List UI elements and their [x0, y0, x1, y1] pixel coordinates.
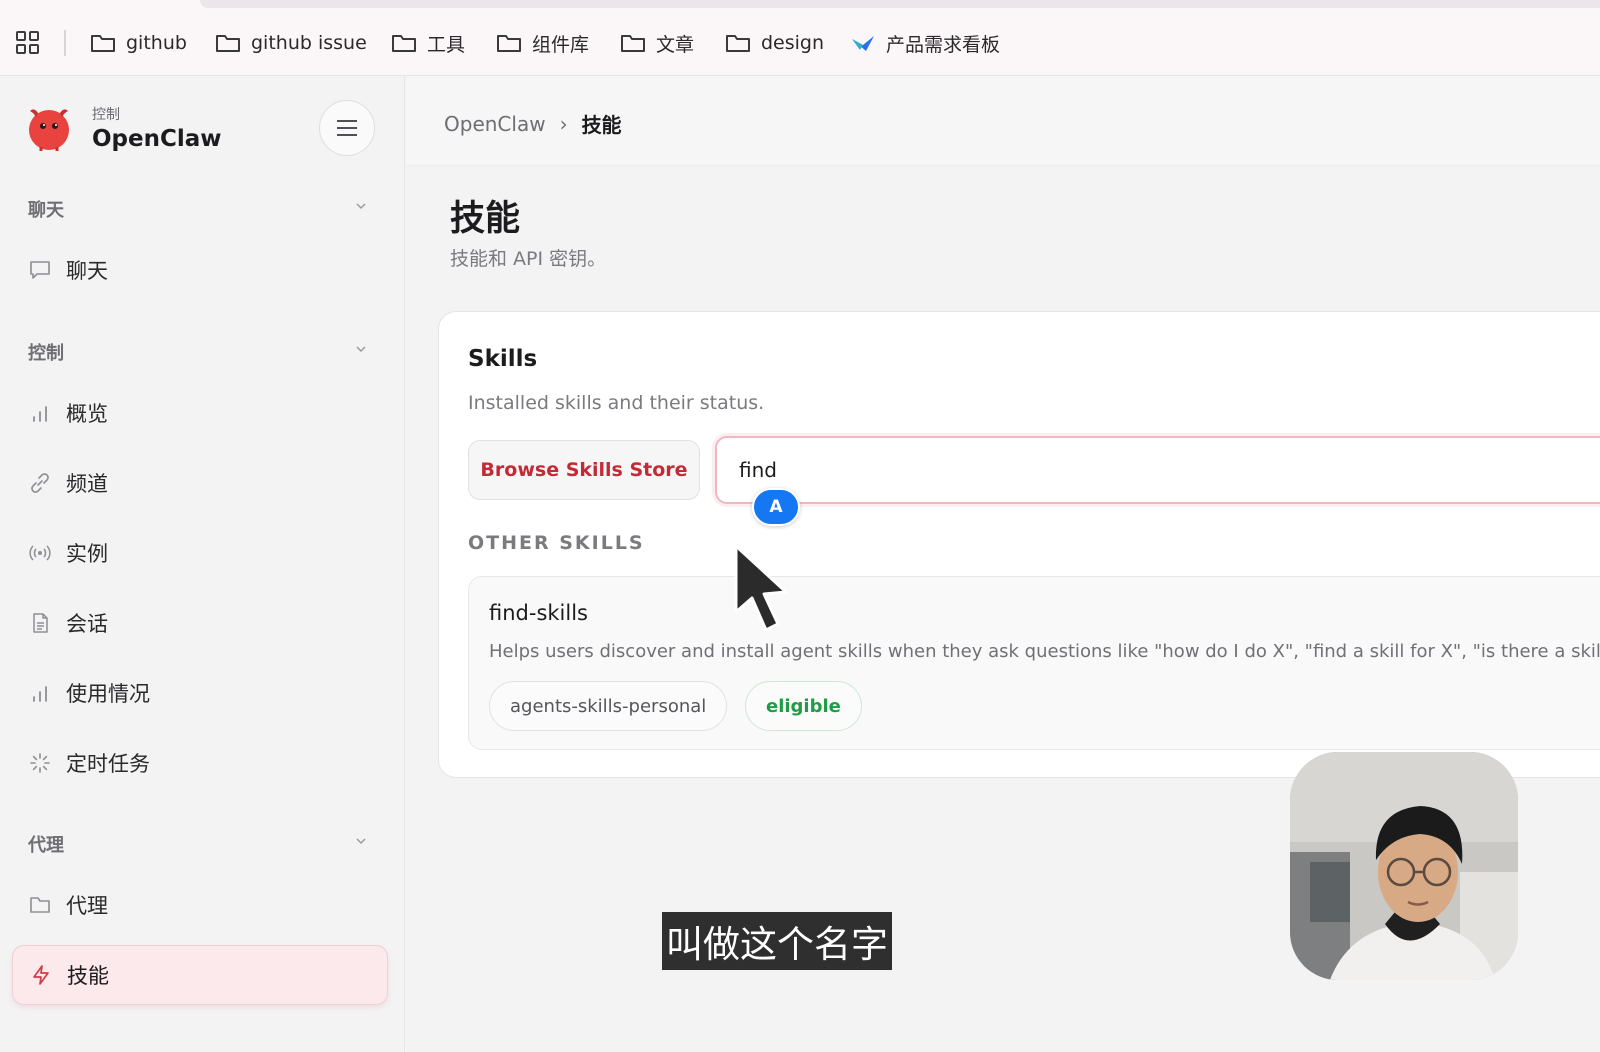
bookmark-design[interactable]: design [725, 28, 824, 58]
sidebar-item-skills[interactable]: 技能 [12, 945, 388, 1005]
sidebar-item-chat[interactable]: 聊天 [12, 240, 388, 300]
sidebar-item-cron[interactable]: 定时任务 [12, 733, 388, 793]
bookmark-product-board[interactable]: 产品需求看板 [850, 28, 1000, 58]
sidebar-item-usage[interactable]: 使用情况 [12, 663, 388, 723]
bookmark-label: 组件库 [532, 33, 590, 56]
tab-strip [200, 0, 1600, 8]
video-subtitle: 叫做这个名字 [662, 912, 892, 970]
breadcrumb-root[interactable]: OpenClaw [444, 112, 546, 136]
bookmark-github-issue[interactable]: github issue [215, 28, 367, 58]
sidebar-item-label: 代理 [66, 894, 108, 918]
folder-icon [28, 893, 52, 917]
chevron-down-icon[interactable] [355, 343, 367, 355]
group-label-chat[interactable]: 聊天 [28, 196, 64, 222]
card-subtitle: Installed skills and their status. [468, 392, 765, 414]
bookmark-tools[interactable]: 工具 [391, 28, 465, 58]
folder-icon [90, 33, 116, 53]
sidebar-item-sessions[interactable]: 会话 [12, 593, 388, 653]
folder-icon [496, 33, 522, 53]
sidebar-item-instances[interactable]: 实例 [12, 523, 388, 583]
bookmark-label: github [126, 32, 187, 54]
bar-chart-icon [28, 681, 52, 705]
sidebar-item-label: 频道 [66, 472, 108, 496]
sidebar-item-label: 定时任务 [66, 752, 150, 776]
skill-item[interactable]: find-skills Helps users discover and ins… [468, 576, 1600, 750]
folder-icon [725, 33, 751, 53]
sidebar-item-label: 概览 [66, 402, 108, 426]
sidebar-item-label: 技能 [67, 964, 109, 988]
apps-grid-icon[interactable] [16, 31, 40, 55]
group-label-control[interactable]: 控制 [28, 339, 64, 365]
chevron-down-icon[interactable] [355, 835, 367, 847]
sidebar: 控制 OpenClaw 聊天 聊天 控制 概览 频道 实例 会话 使用情况 定时… [0, 76, 405, 1052]
sidebar-item-label: 使用情况 [66, 682, 150, 706]
bookmark-label: 产品需求看板 [886, 33, 1001, 56]
skill-name: find-skills [489, 601, 588, 625]
bookmark-articles[interactable]: 文章 [620, 28, 694, 58]
bookmark-label: github issue [251, 32, 367, 54]
bookmark-label: design [761, 32, 825, 54]
brand-subtitle: 控制 [92, 107, 120, 123]
skill-source-chip: agents-skills-personal [489, 681, 728, 731]
breadcrumb: OpenClaw › 技能 [444, 109, 622, 138]
bookmark-components[interactable]: 组件库 [496, 28, 589, 58]
app-logo-icon [850, 33, 876, 53]
mouse-cursor-icon [734, 544, 788, 632]
skill-description: Helps users discover and install agent s… [489, 641, 1600, 662]
page-subtitle: 技能和 API 密钥。 [450, 248, 607, 270]
sidebar-item-overview[interactable]: 概览 [12, 383, 388, 443]
chevron-down-icon[interactable] [355, 200, 367, 212]
webcam-person-image [1290, 752, 1518, 980]
document-icon [28, 611, 52, 635]
bookmarks-bar: github github issue 工具 组件库 文章 design 产品需… [0, 0, 1600, 76]
section-label-other-skills: OTHER SKILLS [468, 532, 645, 554]
folder-icon [391, 33, 417, 53]
message-icon [28, 258, 52, 282]
breadcrumb-separator: › [559, 111, 568, 136]
skill-status-chip: eligible [745, 681, 862, 731]
sidebar-item-label: 实例 [66, 542, 108, 566]
input-method-indicator: A [752, 488, 800, 526]
page-title: 技能 [450, 199, 521, 239]
bookmark-label: 文章 [656, 33, 695, 56]
webcam-overlay [1290, 752, 1518, 980]
browse-skills-store-button[interactable]: Browse Skills Store [468, 440, 700, 500]
brand-title: OpenClaw [92, 126, 222, 152]
sidebar-item-agents[interactable]: 代理 [12, 875, 388, 935]
broadcast-icon [28, 541, 52, 565]
skill-search-field[interactable] [715, 436, 1600, 504]
group-label-agents[interactable]: 代理 [28, 831, 64, 857]
bookmark-label: 工具 [427, 33, 466, 56]
lightning-icon [29, 963, 53, 987]
bookmarks-divider [64, 30, 66, 56]
skill-search-input[interactable] [739, 453, 1539, 487]
sidebar-item-label: 聊天 [66, 259, 108, 283]
folder-icon [620, 33, 646, 53]
sidebar-item-label: 会话 [66, 612, 108, 636]
skills-card: Skills Installed skills and their status… [438, 311, 1600, 778]
bar-chart-icon [28, 401, 52, 425]
bookmark-github[interactable]: github [90, 28, 187, 58]
openclaw-logo [24, 103, 74, 153]
folder-icon [215, 33, 241, 53]
topbar: OpenClaw › 技能 [406, 76, 1600, 166]
card-title: Skills [468, 346, 538, 372]
link-icon [28, 471, 52, 495]
menu-toggle-button[interactable] [319, 100, 375, 156]
hamburger-icon [337, 120, 357, 136]
breadcrumb-current: 技能 [581, 113, 622, 137]
sidebar-item-channels[interactable]: 频道 [12, 453, 388, 513]
loader-icon [28, 751, 52, 775]
